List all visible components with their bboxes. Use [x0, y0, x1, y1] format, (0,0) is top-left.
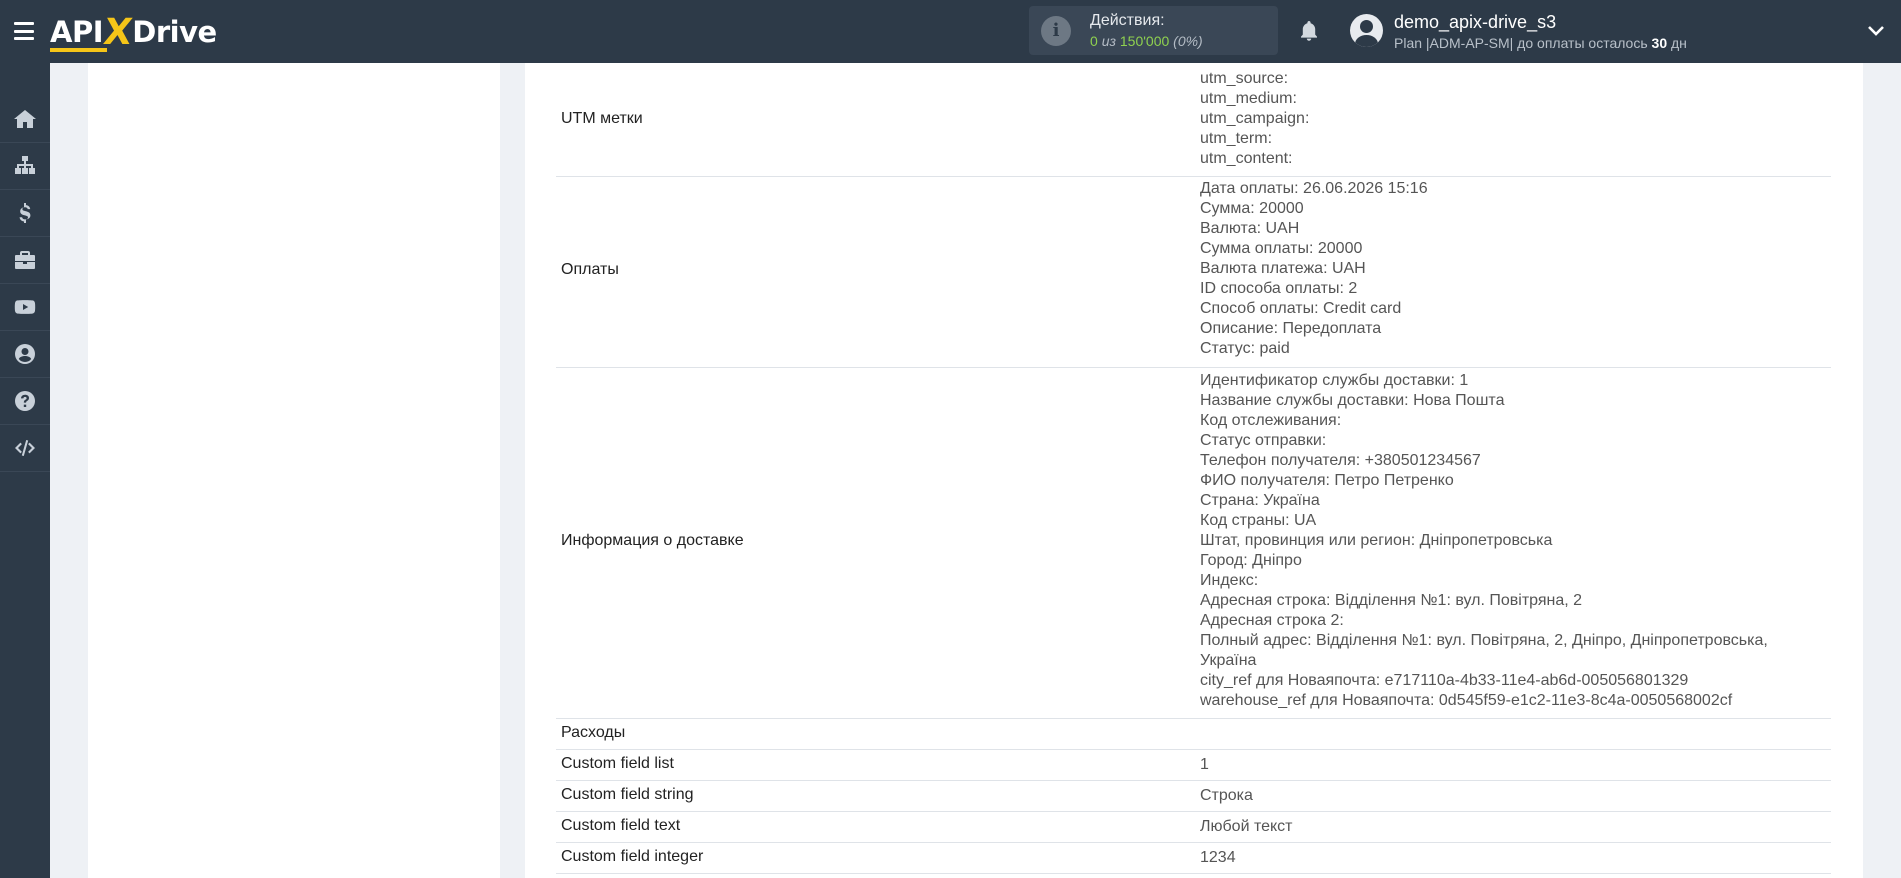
youtube-icon: [14, 300, 36, 314]
briefcase-icon: [15, 251, 35, 269]
actions-count: 0 из 150'000 (0%): [1090, 33, 1203, 49]
field-label: Custom field integer: [561, 848, 704, 865]
table-row-delivery: Информация о доставке Идентификатор служ…: [556, 368, 1831, 719]
field-value: Строка: [1200, 787, 1253, 804]
field-label: Custom field list: [561, 755, 674, 772]
field-value: utm_source: utm_medium: utm_campaign: utm_t…: [1200, 70, 1310, 167]
avatar[interactable]: [1350, 14, 1383, 47]
field-value: Идентификатор службы доставки: 1 Название…: [1200, 372, 1768, 709]
field-value: Любой текст: [1200, 818, 1293, 835]
field-label: Информация о доставке: [561, 532, 744, 549]
field-value: 1234: [1200, 849, 1236, 866]
actions-counter[interactable]: i Действия: 0 из 150'000 (0%): [1029, 6, 1278, 55]
sitemap-icon: [15, 156, 35, 174]
table-row-custom-integer: Custom field integer 1234: [556, 843, 1831, 874]
info-icon: i: [1041, 16, 1071, 46]
table-row-utm: UTM метки utm_source: utm_medium: utm_camp…: [556, 63, 1831, 177]
home-icon: [14, 110, 36, 128]
table-row-payments: Оплаты Дата оплаты: 26.06.2026 15:16 Сумм…: [556, 177, 1831, 368]
sidebar-item-video[interactable]: [0, 284, 50, 331]
field-label: Оплаты: [561, 261, 619, 278]
sidebar-item-billing[interactable]: [0, 190, 50, 237]
table-row-custom-list: Custom field list 1: [556, 750, 1831, 781]
top-header: API X Drive i Действия: 0 из 150'000 (0%) …: [0, 0, 1901, 63]
table-row-expenses: Расходы: [556, 719, 1831, 750]
sidebar-item-services[interactable]: [0, 237, 50, 284]
field-label: Custom field string: [561, 786, 694, 803]
field-label: Расходы: [561, 724, 626, 741]
field-value: Дата оплаты: 26.06.2026 15:16 Сумма: 2000…: [1200, 180, 1428, 357]
dollar-icon: [19, 203, 31, 223]
field-label: UTM метки: [561, 110, 643, 127]
menu-icon[interactable]: [14, 22, 34, 40]
user-circle-icon: [15, 344, 35, 364]
sidebar-item-help[interactable]: [0, 378, 50, 425]
table-row-custom-string: Custom field string Строка: [556, 781, 1831, 812]
username[interactable]: demo_apix-drive_s3: [1394, 12, 1556, 33]
code-icon: [15, 440, 35, 456]
sidebar-item-connections[interactable]: [0, 143, 50, 190]
actions-label: Действия:: [1090, 12, 1165, 29]
field-value: 1: [1200, 756, 1209, 773]
plan-info: Plan |ADM-AP-SM| до оплаты осталось 30 д…: [1394, 35, 1687, 51]
field-label: Custom field text: [561, 817, 681, 834]
chevron-down-icon[interactable]: [1867, 22, 1885, 40]
sidebar-item-home[interactable]: [0, 96, 50, 143]
bell-icon[interactable]: [1297, 19, 1321, 43]
left-panel: [88, 63, 500, 878]
table-row-custom-text: Custom field text Любой текст: [556, 812, 1831, 843]
apix-drive-logo[interactable]: API X Drive: [50, 12, 217, 53]
question-icon: [15, 391, 35, 411]
sidebar-item-api[interactable]: [0, 425, 50, 472]
sidebar-item-profile[interactable]: [0, 331, 50, 378]
sidebar: [0, 63, 50, 878]
